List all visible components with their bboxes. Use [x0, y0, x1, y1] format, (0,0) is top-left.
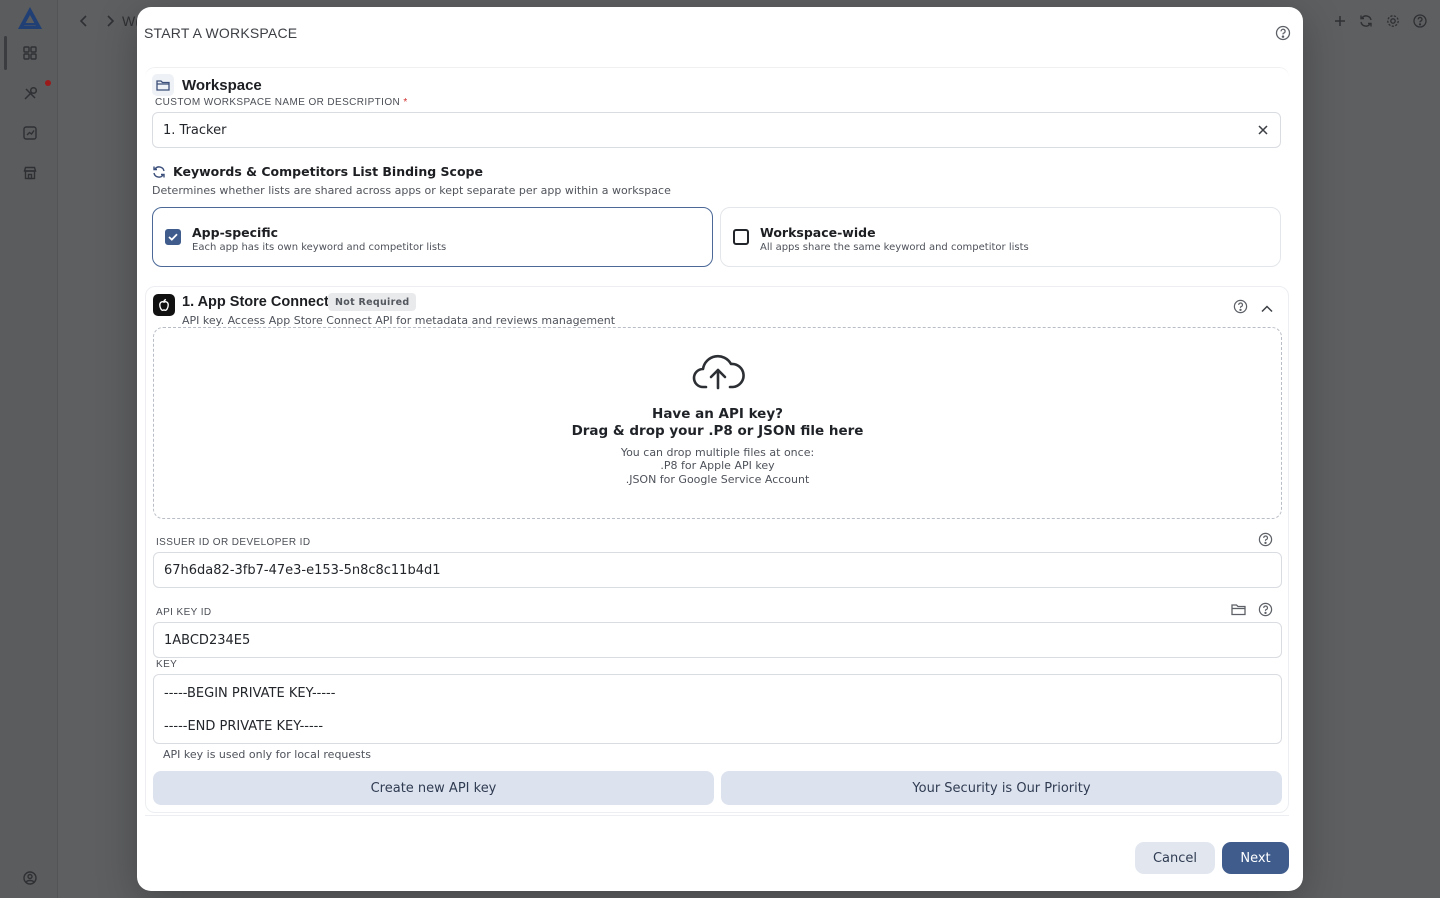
api-key-id-input[interactable]: 1ABCD234E5 — [153, 622, 1282, 658]
start-workspace-modal: START A WORKSPACE Workspace CUSTOM WORKS… — [137, 7, 1303, 891]
key-label: KEY — [156, 659, 178, 670]
app-sidebar — [0, 0, 58, 898]
create-api-key-button[interactable]: Create new API key — [153, 771, 714, 805]
modal-title: START A WORKSPACE — [144, 25, 298, 41]
workspace-name-label: CUSTOM WORKSPACE NAME OR DESCRIPTION * — [155, 97, 408, 108]
dropzone-title: Have an API key? — [652, 406, 783, 422]
checkbox-checked[interactable] — [165, 229, 181, 245]
chart-icon[interactable] — [20, 123, 40, 143]
gear-icon[interactable] — [1384, 12, 1402, 30]
not-required-badge: Not Required — [328, 293, 417, 311]
checkbox-unchecked[interactable] — [733, 229, 749, 245]
chevron-up-icon[interactable] — [1260, 302, 1274, 316]
local-requests-note: API key is used only for local requests — [163, 748, 371, 761]
workspace-name-value: 1. Tracker — [163, 122, 227, 138]
scope-heading: Keywords & Competitors List Binding Scop… — [173, 164, 483, 179]
scope-option-workspace-wide[interactable]: Workspace-wide All apps share the same k… — [720, 207, 1281, 267]
api-key-id-label: API KEY ID — [156, 607, 212, 618]
workspace-heading: Workspace — [182, 76, 262, 94]
sync-icon — [152, 165, 166, 179]
help-icon[interactable] — [1258, 532, 1273, 547]
dropzone-hint-p8: .P8 for Apple API key — [660, 459, 775, 472]
required-mark: * — [403, 97, 408, 108]
store-icon[interactable] — [20, 163, 40, 183]
issuer-id-input[interactable]: 67h6da82-3fb7-47e3-e153-5n8c8c11b4d1 — [153, 552, 1282, 588]
key-end-line: -----END PRIVATE KEY----- — [164, 719, 324, 734]
help-icon[interactable] — [1258, 602, 1273, 617]
plus-icon[interactable] — [1331, 12, 1349, 30]
scope-option-app-specific[interactable]: App-specific Each app has its own keywor… — [152, 207, 713, 267]
tools-icon[interactable] — [20, 83, 40, 103]
folder-icon[interactable] — [1231, 602, 1246, 617]
modal-content[interactable]: Workspace CUSTOM WORKSPACE NAME OR DESCR… — [145, 67, 1289, 813]
private-key-textarea[interactable]: -----BEGIN PRIVATE KEY----- -----END PRI… — [153, 674, 1282, 744]
app-store-connect-subtitle: API key. Access App Store Connect API fo… — [182, 314, 616, 327]
workspace-name-label-text: CUSTOM WORKSPACE NAME OR DESCRIPTION — [155, 97, 401, 108]
scope-heading-row: Keywords & Competitors List Binding Scop… — [152, 164, 483, 179]
option-title: Workspace-wide — [760, 225, 876, 240]
dropzone-hint-json: .JSON for Google Service Account — [625, 473, 810, 486]
footer-divider — [145, 815, 1289, 816]
clear-icon[interactable] — [1256, 123, 1270, 137]
help-icon[interactable] — [1233, 299, 1248, 314]
next-button[interactable]: Next — [1222, 842, 1289, 874]
workspace-name-input[interactable]: 1. Tracker — [152, 112, 1281, 148]
option-title: App-specific — [192, 225, 278, 240]
file-dropzone[interactable]: Have an API key? Drag & drop your .P8 or… — [153, 327, 1282, 519]
issuer-id-value: 67h6da82-3fb7-47e3-e153-5n8c8c11b4d1 — [164, 562, 441, 578]
option-desc: Each app has its own keyword and competi… — [192, 242, 447, 253]
app-store-connect-title: 1. App Store Connect — [182, 294, 329, 310]
forward-icon[interactable] — [101, 12, 119, 30]
workspace-section: Workspace CUSTOM WORKSPACE NAME OR DESCR… — [145, 67, 1289, 287]
folder-icon — [152, 74, 174, 96]
back-icon[interactable] — [75, 12, 93, 30]
refresh-icon[interactable] — [1357, 12, 1375, 30]
scope-description: Determines whether lists are shared acro… — [152, 184, 671, 197]
cancel-button[interactable]: Cancel — [1135, 842, 1215, 874]
key-begin-line: -----BEGIN PRIVATE KEY----- — [164, 686, 336, 701]
apple-icon — [153, 294, 175, 316]
issuer-id-label: ISSUER ID OR DEVELOPER ID — [156, 537, 311, 548]
dropzone-hint: You can drop multiple files at once: — [620, 446, 815, 459]
help-icon[interactable] — [1411, 12, 1429, 30]
notification-dot — [45, 80, 51, 86]
dropzone-subtitle: Drag & drop your .P8 or JSON file here — [571, 423, 864, 439]
api-key-id-value: 1ABCD234E5 — [164, 632, 251, 648]
option-desc: All apps share the same keyword and comp… — [760, 242, 1029, 253]
app-store-connect-section: 1. App Store Connect Not Required API ke… — [145, 286, 1289, 813]
sidebar-active-indicator — [4, 36, 7, 70]
security-priority-button[interactable]: Your Security is Our Priority — [721, 771, 1282, 805]
account-icon[interactable] — [20, 868, 40, 888]
app-logo — [17, 6, 43, 30]
cloud-upload-icon — [691, 348, 745, 392]
dashboard-icon[interactable] — [20, 43, 40, 63]
help-icon[interactable] — [1275, 25, 1291, 41]
workspace-heading-row: Workspace — [152, 74, 262, 96]
